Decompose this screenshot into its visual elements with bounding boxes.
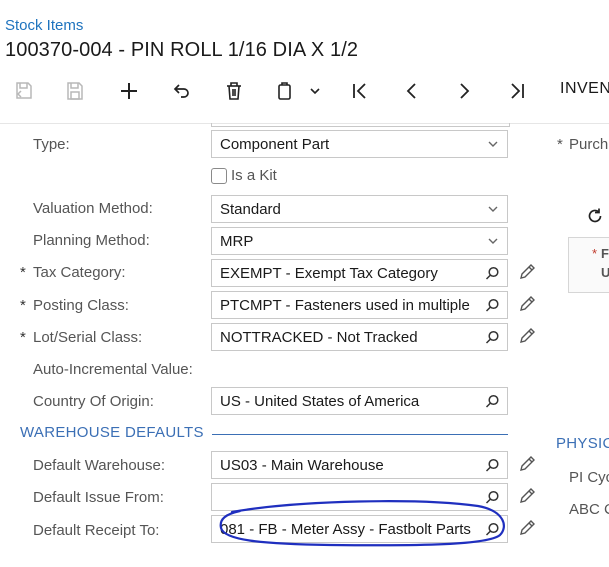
required-marker: * [20,297,26,314]
page-title: 100370-004 - PIN ROLL 1/16 DIA X 1/2 [5,39,359,61]
abc-code-label: ABC C [569,501,609,518]
default-warehouse-selector[interactable]: US03 - Main Warehouse [211,451,508,479]
box-label-line2: U [601,265,609,280]
pi-cycle-label: PI Cyc [569,469,609,486]
first-record-icon[interactable] [347,78,373,104]
is-kit-label: Is a Kit [231,167,277,184]
country-of-origin-value: US - United States of America [220,393,420,410]
required-marker: * [592,246,598,261]
edit-pencil-icon[interactable] [518,295,536,318]
type-select[interactable]: Component Part [211,130,508,158]
required-marker: * [20,264,26,281]
posting-class-label: Posting Class: [33,297,129,314]
scrolled-field-edge [211,123,510,127]
chevron-down-icon [486,234,500,252]
type-label: Type: [33,136,70,153]
save-cancel-icon[interactable] [11,78,37,104]
lot-serial-class-value: NOTTRACKED - Not Tracked [220,329,418,346]
search-icon[interactable] [485,490,500,509]
default-warehouse-label: Default Warehouse: [33,457,166,474]
lot-serial-class-selector[interactable]: NOTTRACKED - Not Tracked [211,323,508,351]
edit-pencil-icon[interactable] [518,487,536,510]
required-marker: * [557,136,563,153]
default-issue-from-label: Default Issue From: [33,489,164,506]
auto-incremental-label: Auto-Incremental Value: [33,361,193,378]
default-receipt-to-selector[interactable]: 081 - FB - Meter Assy - Fastbolt Parts [211,515,508,543]
add-icon[interactable] [116,78,142,104]
chevron-down-icon [486,137,500,155]
right-panel-box: * F U [568,237,609,293]
posting-class-value: PTCMPT - Fasteners used in multiple [220,297,470,314]
search-icon[interactable] [485,330,500,349]
delete-icon[interactable] [221,78,247,104]
tab-inventory[interactable]: INVEN [560,80,609,98]
copy-paste-icon[interactable] [272,78,298,104]
planning-method-value: MRP [220,233,254,250]
search-icon[interactable] [485,266,500,285]
edit-pencil-icon[interactable] [518,263,536,286]
default-issue-from-selector[interactable] [211,483,508,511]
tax-category-label: Tax Category: [33,264,126,281]
warehouse-defaults-header: WAREHOUSE DEFAULTS [20,424,204,441]
valuation-method-value: Standard [220,201,281,218]
is-kit-checkbox[interactable] [211,168,227,184]
planning-method-select[interactable]: MRP [211,227,508,255]
lot-serial-class-label: Lot/Serial Class: [33,329,143,346]
box-label-line1: F [601,246,609,261]
last-record-icon[interactable] [504,78,530,104]
country-of-origin-selector[interactable]: US - United States of America [211,387,508,415]
tax-category-selector[interactable]: EXEMPT - Exempt Tax Category [211,259,508,287]
previous-record-icon[interactable] [399,78,425,104]
valuation-method-select[interactable]: Standard [211,195,508,223]
breadcrumb-stock-items[interactable]: Stock Items [5,17,83,34]
edit-pencil-icon[interactable] [518,519,536,542]
purchase-label: Purch [569,136,609,153]
search-icon[interactable] [485,458,500,477]
edit-pencil-icon[interactable] [518,455,536,478]
edit-pencil-icon[interactable] [518,327,536,350]
default-receipt-to-value: 081 - FB - Meter Assy - Fastbolt Parts [220,521,471,538]
default-warehouse-value: US03 - Main Warehouse [220,457,384,474]
next-record-icon[interactable] [451,78,477,104]
posting-class-selector[interactable]: PTCMPT - Fasteners used in multiple [211,291,508,319]
search-icon[interactable] [485,394,500,413]
tax-category-value: EXEMPT - Exempt Tax Category [220,265,438,282]
physical-inventory-header: PHYSIC [556,435,609,452]
default-receipt-to-label: Default Receipt To: [33,522,160,539]
save-icon[interactable] [62,78,88,104]
section-divider [212,434,508,435]
country-of-origin-label: Country Of Origin: [33,393,154,410]
chevron-down-icon[interactable] [302,78,328,104]
search-icon[interactable] [485,522,500,541]
required-marker: * [20,329,26,346]
valuation-method-label: Valuation Method: [33,200,153,217]
undo-icon[interactable] [168,78,194,104]
planning-method-label: Planning Method: [33,232,150,249]
type-value: Component Part [220,136,330,153]
refresh-icon[interactable] [585,206,605,231]
search-icon[interactable] [485,298,500,317]
chevron-down-icon [486,202,500,220]
